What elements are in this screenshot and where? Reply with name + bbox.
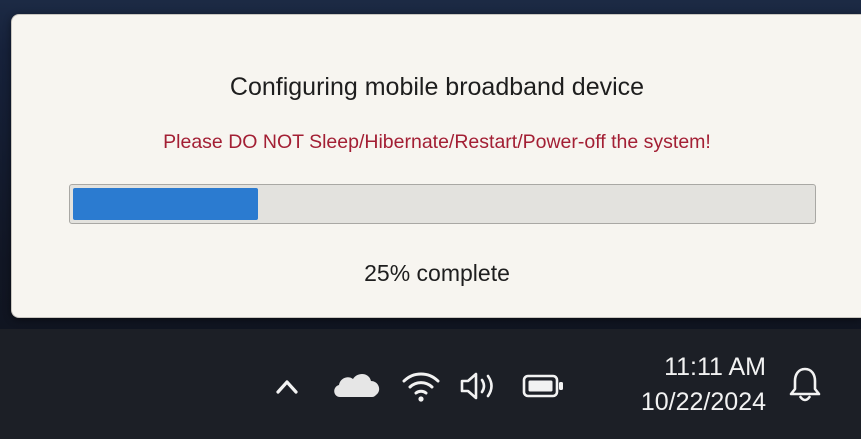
dialog-warning-text: Please DO NOT Sleep/Hibernate/Restart/Po… [163,131,711,153]
wifi-icon[interactable] [400,367,442,405]
progress-bar [69,184,816,224]
volume-icon[interactable] [458,369,504,403]
progress-label: 25% complete [364,260,510,286]
bell-icon[interactable] [787,365,823,405]
taskbar: 11:11 AM 10/22/2024 [0,329,861,439]
clock-time[interactable]: 11:11 AM [664,352,766,382]
progress-dialog: Configuring mobile broadband device Plea… [11,14,861,318]
clock-date[interactable]: 10/22/2024 [641,387,766,417]
chevron-up-icon[interactable] [272,371,302,401]
progress-bar-fill [73,188,258,220]
dialog-title: Configuring mobile broadband device [229,73,645,101]
onedrive-cloud-icon[interactable] [330,369,384,403]
battery-icon[interactable] [522,372,566,400]
